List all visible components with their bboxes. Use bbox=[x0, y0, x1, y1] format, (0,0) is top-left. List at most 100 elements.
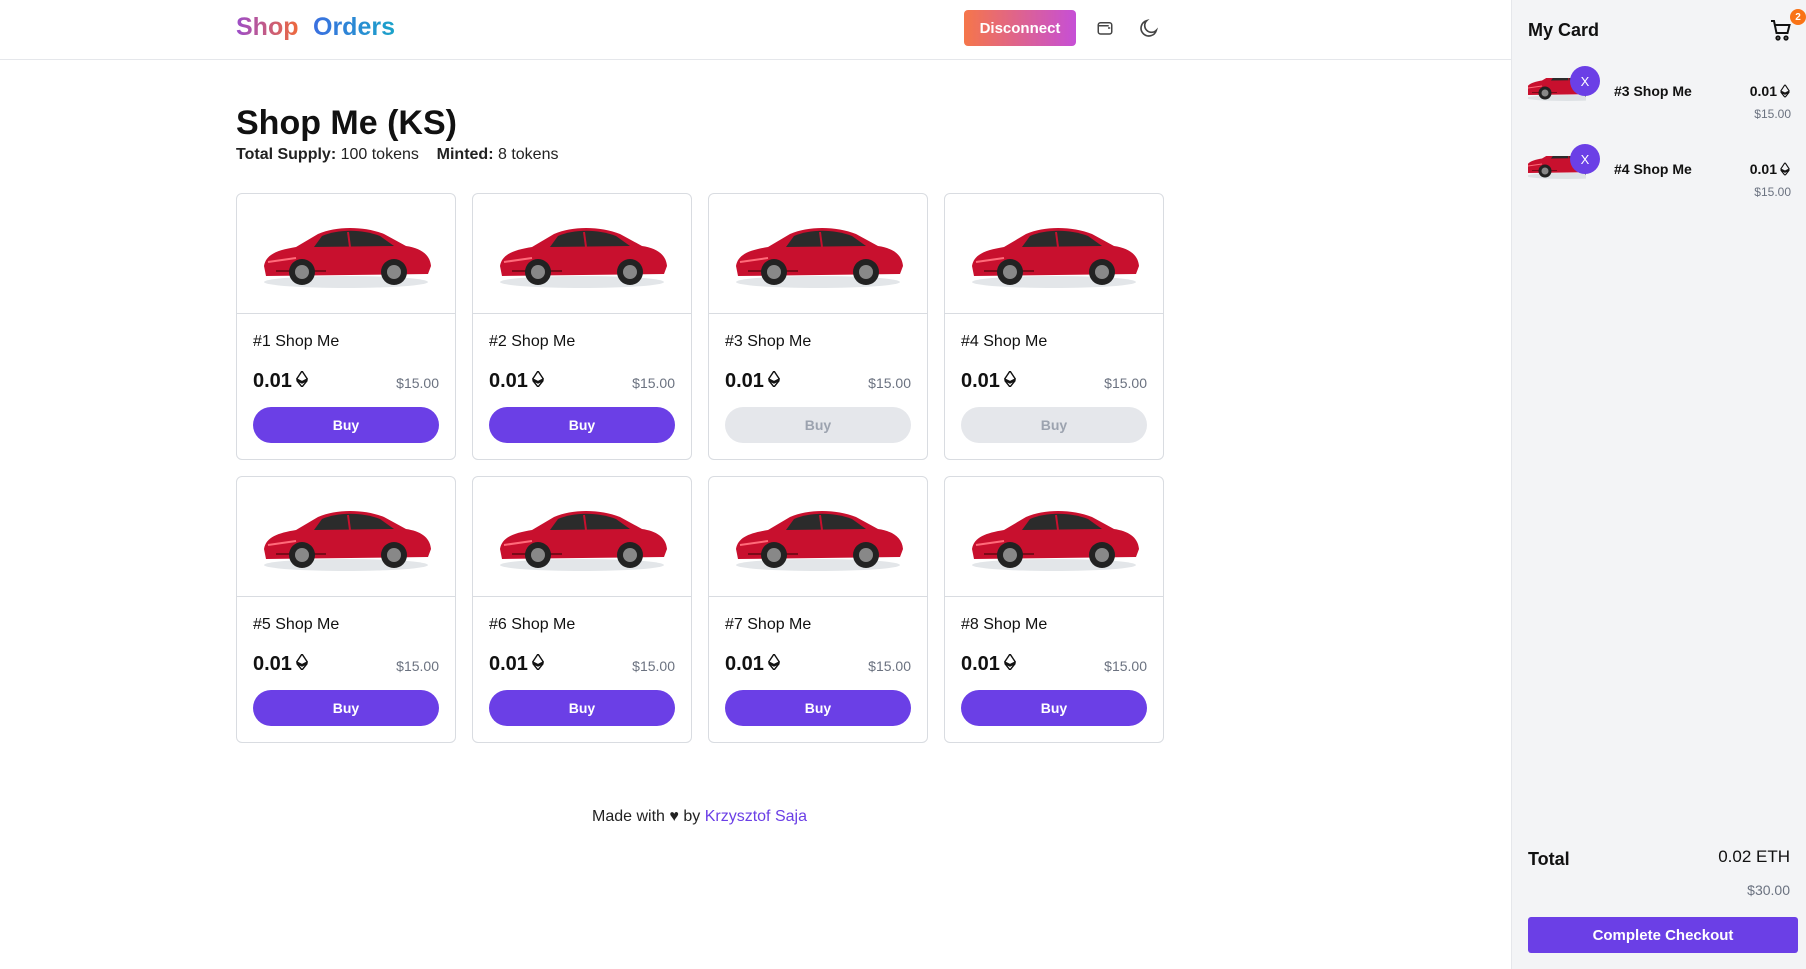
cart-item-price-usd: $15.00 bbox=[1754, 107, 1791, 121]
total-supply-label: Total Supply: bbox=[236, 146, 337, 163]
footer-by: by bbox=[683, 808, 701, 825]
price-eth-value: 0.01 bbox=[489, 370, 528, 392]
price-eth-value: 0.01 bbox=[961, 653, 1000, 675]
buy-button[interactable]: Buy bbox=[489, 407, 675, 443]
price-eth-value: 0.01 bbox=[489, 653, 528, 675]
cart-item-eth-value: 0.01 bbox=[1749, 83, 1777, 99]
heart-icon: ♥ bbox=[669, 808, 679, 825]
product-price-eth: 0.01 bbox=[725, 369, 781, 393]
buy-button[interactable]: Buy bbox=[961, 690, 1147, 726]
total-usd: $30.00 bbox=[1747, 882, 1790, 898]
total-label: Total bbox=[1528, 849, 1570, 869]
minted-label: Minted: bbox=[436, 146, 494, 163]
eth-icon bbox=[1780, 84, 1790, 98]
product-card: #8 Shop Me 0.01 $15.00 Buy bbox=[944, 476, 1164, 743]
buy-button: Buy bbox=[961, 407, 1147, 443]
cart-item-name: #4 Shop Me bbox=[1614, 161, 1692, 177]
product-card: #3 Shop Me 0.01 $15.00 Buy bbox=[708, 193, 928, 460]
eth-icon bbox=[767, 369, 781, 393]
eth-icon bbox=[1003, 652, 1017, 676]
complete-checkout-button[interactable]: Complete Checkout bbox=[1528, 917, 1798, 953]
product-card: #2 Shop Me 0.01 $15.00 Buy bbox=[472, 193, 692, 460]
product-name: #8 Shop Me bbox=[961, 616, 1048, 633]
top-header: Shop Orders Disconnect bbox=[0, 0, 1511, 60]
product-price-eth: 0.01 bbox=[489, 652, 545, 676]
product-price-usd: $15.00 bbox=[868, 658, 911, 674]
cart-count-badge: 2 bbox=[1790, 9, 1806, 25]
product-price-usd: $15.00 bbox=[1104, 658, 1147, 674]
product-image bbox=[473, 477, 691, 597]
price-eth-value: 0.01 bbox=[253, 653, 292, 675]
cart-sidebar: My Card 2 X #3 Shop Me 0.01 $15.00 X #4 Shop… bbox=[1511, 0, 1806, 969]
eth-icon bbox=[531, 369, 545, 393]
product-card: #6 Shop Me 0.01 $15.00 Buy bbox=[472, 476, 692, 743]
product-price-eth: 0.01 bbox=[961, 652, 1017, 676]
product-price-usd: $15.00 bbox=[868, 375, 911, 391]
product-image bbox=[237, 194, 455, 314]
footer-made-with: Made with bbox=[592, 808, 665, 825]
disconnect-button[interactable]: Disconnect bbox=[964, 10, 1076, 46]
cart-item-eth-value: 0.01 bbox=[1749, 161, 1777, 177]
buy-button[interactable]: Buy bbox=[725, 690, 911, 726]
product-name: #3 Shop Me bbox=[725, 333, 812, 350]
product-price-usd: $15.00 bbox=[632, 658, 675, 674]
price-eth-value: 0.01 bbox=[725, 653, 764, 675]
cart-item: X #3 Shop Me 0.01 $15.00 bbox=[1528, 66, 1791, 130]
product-image bbox=[945, 194, 1163, 314]
product-price-usd: $15.00 bbox=[632, 375, 675, 391]
eth-icon bbox=[1003, 369, 1017, 393]
product-image bbox=[237, 477, 455, 597]
product-name: #2 Shop Me bbox=[489, 333, 576, 350]
remove-item-button[interactable]: X bbox=[1570, 144, 1600, 174]
eth-icon bbox=[1780, 162, 1790, 176]
product-name: #6 Shop Me bbox=[489, 616, 576, 633]
product-price-eth: 0.01 bbox=[253, 369, 309, 393]
product-price-eth: 0.01 bbox=[725, 652, 781, 676]
author-link[interactable]: Krzysztof Saja bbox=[705, 808, 807, 825]
nav-shop-link[interactable]: Shop bbox=[236, 13, 299, 42]
product-image bbox=[945, 477, 1163, 597]
cart-item-price-eth: 0.01 bbox=[1750, 161, 1791, 177]
eth-icon bbox=[295, 652, 309, 676]
minted-value: 8 tokens bbox=[497, 146, 559, 163]
buy-button[interactable]: Buy bbox=[253, 690, 439, 726]
product-card: #1 Shop Me 0.01 $15.00 Buy bbox=[236, 193, 456, 460]
product-price-usd: $15.00 bbox=[396, 375, 439, 391]
product-name: #1 Shop Me bbox=[253, 333, 340, 350]
product-image bbox=[709, 194, 927, 314]
cart-item-price-usd: $15.00 bbox=[1754, 185, 1791, 199]
wallet-icon[interactable] bbox=[1093, 16, 1117, 40]
buy-button: Buy bbox=[725, 407, 911, 443]
buy-button[interactable]: Buy bbox=[489, 690, 675, 726]
cart-item-price-eth: 0.01 bbox=[1750, 83, 1791, 99]
product-name: #7 Shop Me bbox=[725, 616, 812, 633]
cart-item-name: #3 Shop Me bbox=[1614, 83, 1692, 99]
total-eth: 0.02 ETH bbox=[1718, 847, 1790, 866]
total-supply-value: 100 tokens bbox=[340, 146, 419, 163]
price-eth-value: 0.01 bbox=[961, 370, 1000, 392]
supply-info: Total Supply: 100 tokens Minted: 8 token… bbox=[236, 146, 558, 164]
moon-icon[interactable] bbox=[1137, 16, 1161, 40]
product-card: #5 Shop Me 0.01 $15.00 Buy bbox=[236, 476, 456, 743]
product-price-eth: 0.01 bbox=[961, 369, 1017, 393]
nav-orders-link[interactable]: Orders bbox=[313, 13, 395, 42]
cart-item: X #4 Shop Me 0.01 $15.00 bbox=[1528, 144, 1791, 208]
footer: Made with ♥ by Krzysztof Saja bbox=[0, 808, 1399, 826]
product-image bbox=[709, 477, 927, 597]
product-price-eth: 0.01 bbox=[489, 369, 545, 393]
price-eth-value: 0.01 bbox=[725, 370, 764, 392]
product-price-usd: $15.00 bbox=[396, 658, 439, 674]
eth-icon bbox=[767, 652, 781, 676]
product-grid: #1 Shop Me 0.01 $15.00 Buy #2 Shop Me 0.01 $1… bbox=[236, 193, 1165, 743]
product-name: #5 Shop Me bbox=[253, 616, 340, 633]
buy-button[interactable]: Buy bbox=[253, 407, 439, 443]
cart-title: My Card bbox=[1528, 20, 1600, 40]
product-price-usd: $15.00 bbox=[1104, 375, 1147, 391]
product-name: #4 Shop Me bbox=[961, 333, 1048, 350]
page-title: Shop Me (KS) bbox=[236, 104, 457, 142]
remove-item-button[interactable]: X bbox=[1570, 66, 1600, 96]
product-image bbox=[473, 194, 691, 314]
product-card: #7 Shop Me 0.01 $15.00 Buy bbox=[708, 476, 928, 743]
price-eth-value: 0.01 bbox=[253, 370, 292, 392]
product-price-eth: 0.01 bbox=[253, 652, 309, 676]
